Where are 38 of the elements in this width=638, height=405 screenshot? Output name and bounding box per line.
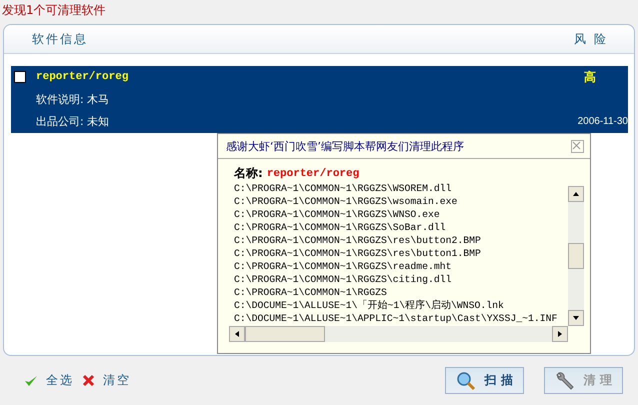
checkbox[interactable]	[14, 71, 26, 83]
result-heading: 发现1个可清理软件	[1, 2, 107, 19]
scroll-thumb[interactable]	[568, 243, 584, 269]
scroll-thumb[interactable]	[245, 326, 325, 342]
file-path: C:\PROGRA~1\COMMON~1\RGGZS\citing.dll	[234, 273, 453, 286]
file-path: C:\PROGRA~1\COMMON~1\RGGZS	[234, 286, 388, 299]
file-path: C:\DOCUME~1\ALLUSE~1\APPLIC~1\startup\Cast\YXSSJ_~1.INF	[234, 312, 558, 325]
wrench-icon	[555, 370, 576, 390]
close-button[interactable]	[571, 140, 584, 152]
magnifier-icon	[456, 370, 476, 390]
clear-link[interactable]: 清空	[103, 372, 131, 389]
file-path: C:\PROGRA~1\COMMON~1\RGGZS\res\button1.BMP	[234, 247, 482, 260]
file-path: C:\DOCUME~1\ALLUSE~1\「开始~1\程序\启动\WNSO.lnk	[234, 299, 505, 312]
vertical-scrollbar[interactable]	[568, 186, 584, 326]
software-name: reporter/roreg	[36, 71, 128, 83]
file-path: C:\PROGRA~1\COMMON~1\RGGZS\WNSO.exe	[234, 208, 441, 221]
program-name: reporter/roreg	[266, 168, 360, 180]
name-label: 名称:	[234, 165, 263, 182]
description-text: 软件说明: 木马	[35, 92, 110, 106]
company-text: 出品公司: 未知	[35, 114, 110, 128]
file-path: C:\PROGRA~1\COMMON~1\RGGZS\res\button2.BMP	[234, 234, 482, 247]
column-header: 软件信息	[32, 30, 88, 48]
scan-button[interactable]: 扫 描	[445, 367, 524, 394]
cross-icon	[82, 374, 95, 387]
select-all-link[interactable]: 全选	[46, 372, 74, 389]
file-path: C:\PROGRA~1\COMMON~1\RGGZS\wsomain.exe	[234, 195, 458, 208]
file-path: C:\PROGRA~1\COMMON~1\RGGZS\SoBar.dll	[234, 221, 447, 234]
software-row[interactable]: reporter/roreg 高 软件说明: 木马 出品公司: 未知 2006-11-30	[11, 66, 628, 133]
triangle-icon	[233, 330, 241, 338]
check-icon	[24, 374, 38, 388]
file-path: C:\PROGRA~1\COMMON~1\RGGZS\WSOREM.dll	[234, 182, 453, 195]
file-path: C:\PROGRA~1\COMMON~1\RGGZS\readme.mht	[234, 260, 453, 273]
triangle-icon	[572, 190, 580, 198]
risk-level: 高	[584, 68, 596, 86]
date-text: 2006-11-30	[578, 116, 628, 126]
horizontal-scrollbar[interactable]	[229, 326, 568, 342]
popup-title: 感谢大虾‘西门吹雪’编写脚本帮网友们清理此程序	[226, 138, 464, 154]
column-header: 风 险	[574, 30, 608, 48]
